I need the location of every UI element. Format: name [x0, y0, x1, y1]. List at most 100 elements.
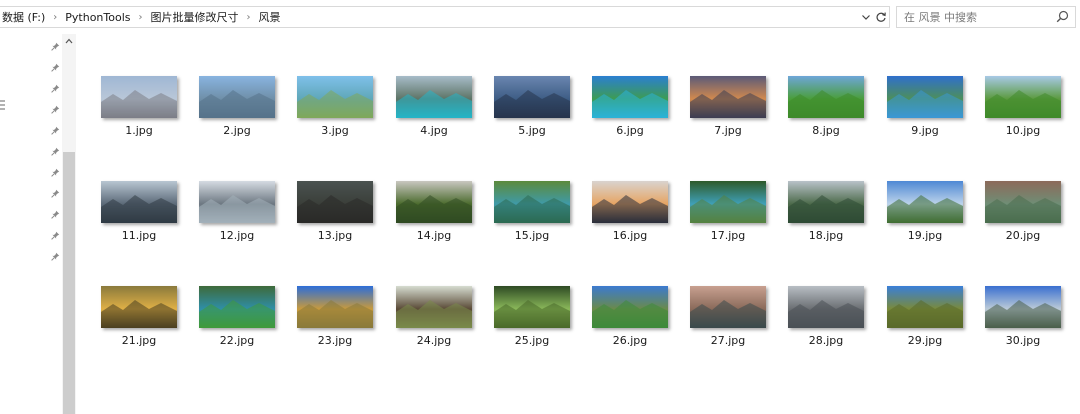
- pin-icon[interactable]: [47, 120, 63, 141]
- chevron-right-icon[interactable]: ›: [47, 12, 63, 23]
- image-thumbnail[interactable]: [101, 181, 177, 223]
- image-thumbnail[interactable]: [592, 181, 668, 223]
- pin-icon[interactable]: [47, 57, 63, 78]
- pin-icon[interactable]: [47, 183, 63, 204]
- image-thumbnail[interactable]: [297, 286, 373, 328]
- scroll-up-arrow-icon[interactable]: [62, 34, 76, 48]
- image-thumbnail[interactable]: [297, 76, 373, 118]
- file-item[interactable]: 7.jpg: [685, 76, 771, 164]
- breadcrumb-pythontools[interactable]: PythonTools: [63, 11, 132, 24]
- history-dropdown-icon[interactable]: [858, 7, 874, 27]
- file-item[interactable]: 17.jpg: [685, 181, 771, 269]
- search-input[interactable]: [897, 8, 1052, 26]
- file-item[interactable]: 24.jpg: [391, 286, 477, 374]
- image-thumbnail[interactable]: [592, 286, 668, 328]
- file-item[interactable]: 8.jpg: [783, 76, 869, 164]
- image-thumbnail[interactable]: [494, 286, 570, 328]
- file-name-label: 22.jpg: [219, 334, 255, 347]
- image-thumbnail[interactable]: [101, 76, 177, 118]
- file-item[interactable]: 1.jpg: [96, 76, 182, 164]
- image-thumbnail[interactable]: [887, 76, 963, 118]
- breadcrumb-resize-folder[interactable]: 图片批量修改尺寸: [149, 9, 241, 25]
- file-item[interactable]: 10.jpg: [980, 76, 1066, 164]
- pin-icon[interactable]: [47, 78, 63, 99]
- file-item[interactable]: 4.jpg: [391, 76, 477, 164]
- pin-icon[interactable]: [47, 36, 63, 57]
- file-item[interactable]: 11.jpg: [96, 181, 182, 269]
- file-name-label: 8.jpg: [812, 124, 840, 137]
- file-item[interactable]: 19.jpg: [882, 181, 968, 269]
- breadcrumb-current-folder[interactable]: 风景: [257, 9, 283, 25]
- file-item[interactable]: 23.jpg: [292, 286, 378, 374]
- file-name-label: 13.jpg: [317, 229, 353, 242]
- file-name-label: 28.jpg: [808, 334, 844, 347]
- file-item[interactable]: 26.jpg: [587, 286, 673, 374]
- file-item[interactable]: 30.jpg: [980, 286, 1066, 374]
- file-name-label: 5.jpg: [518, 124, 546, 137]
- file-name-label: 6.jpg: [616, 124, 644, 137]
- file-item[interactable]: 27.jpg: [685, 286, 771, 374]
- image-thumbnail[interactable]: [887, 286, 963, 328]
- address-bar[interactable]: 数据 (F:) › PythonTools › 图片批量修改尺寸 › 风景: [0, 6, 890, 28]
- file-item[interactable]: 29.jpg: [882, 286, 968, 374]
- file-item[interactable]: 22.jpg: [194, 286, 280, 374]
- image-thumbnail[interactable]: [985, 286, 1061, 328]
- file-item[interactable]: 13.jpg: [292, 181, 378, 269]
- file-name-label: 15.jpg: [514, 229, 550, 242]
- pin-icon[interactable]: [47, 162, 63, 183]
- pin-icon[interactable]: [47, 246, 63, 267]
- image-thumbnail[interactable]: [690, 76, 766, 118]
- file-item[interactable]: 14.jpg: [391, 181, 477, 269]
- image-thumbnail[interactable]: [199, 181, 275, 223]
- image-thumbnail[interactable]: [494, 181, 570, 223]
- pin-icon[interactable]: [47, 141, 63, 162]
- file-name-label: 12.jpg: [219, 229, 255, 242]
- file-item[interactable]: 25.jpg: [489, 286, 575, 374]
- file-name-label: 18.jpg: [808, 229, 844, 242]
- breadcrumb-drive[interactable]: 数据 (F:): [0, 9, 47, 25]
- file-name-label: 27.jpg: [710, 334, 746, 347]
- address-toolbar: 数据 (F:) › PythonTools › 图片批量修改尺寸 › 风景: [0, 0, 1080, 34]
- image-thumbnail[interactable]: [396, 286, 472, 328]
- image-thumbnail[interactable]: [396, 181, 472, 223]
- file-item[interactable]: 9.jpg: [882, 76, 968, 164]
- pin-icon[interactable]: [47, 225, 63, 246]
- image-thumbnail[interactable]: [788, 181, 864, 223]
- image-thumbnail[interactable]: [297, 181, 373, 223]
- file-item[interactable]: 15.jpg: [489, 181, 575, 269]
- pin-icon[interactable]: [47, 99, 63, 120]
- file-item[interactable]: 28.jpg: [783, 286, 869, 374]
- image-thumbnail[interactable]: [396, 76, 472, 118]
- image-thumbnail[interactable]: [494, 76, 570, 118]
- image-thumbnail[interactable]: [985, 181, 1061, 223]
- image-thumbnail[interactable]: [690, 286, 766, 328]
- image-thumbnail[interactable]: [199, 76, 275, 118]
- image-thumbnail[interactable]: [985, 76, 1061, 118]
- image-thumbnail[interactable]: [101, 286, 177, 328]
- file-name-label: 2.jpg: [223, 124, 251, 137]
- file-item[interactable]: 20.jpg: [980, 181, 1066, 269]
- scrollbar-thumb[interactable]: [63, 152, 75, 414]
- file-item[interactable]: 21.jpg: [96, 286, 182, 374]
- nav-pane-scrollbar[interactable]: [62, 34, 76, 414]
- refresh-icon[interactable]: [873, 7, 889, 27]
- image-thumbnail[interactable]: [199, 286, 275, 328]
- search-box[interactable]: [896, 6, 1076, 28]
- chevron-right-icon[interactable]: ›: [133, 12, 149, 23]
- file-item[interactable]: 6.jpg: [587, 76, 673, 164]
- chevron-right-icon[interactable]: ›: [241, 12, 257, 23]
- image-thumbnail[interactable]: [592, 76, 668, 118]
- file-item[interactable]: 12.jpg: [194, 181, 280, 269]
- image-thumbnail[interactable]: [690, 181, 766, 223]
- nav-pane-expand-icon[interactable]: [0, 100, 6, 113]
- search-icon[interactable]: [1056, 10, 1069, 26]
- file-item[interactable]: 2.jpg: [194, 76, 280, 164]
- image-thumbnail[interactable]: [788, 286, 864, 328]
- image-thumbnail[interactable]: [887, 181, 963, 223]
- file-item[interactable]: 18.jpg: [783, 181, 869, 269]
- pin-icon[interactable]: [47, 204, 63, 225]
- file-item[interactable]: 3.jpg: [292, 76, 378, 164]
- file-item[interactable]: 16.jpg: [587, 181, 673, 269]
- image-thumbnail[interactable]: [788, 76, 864, 118]
- file-item[interactable]: 5.jpg: [489, 76, 575, 164]
